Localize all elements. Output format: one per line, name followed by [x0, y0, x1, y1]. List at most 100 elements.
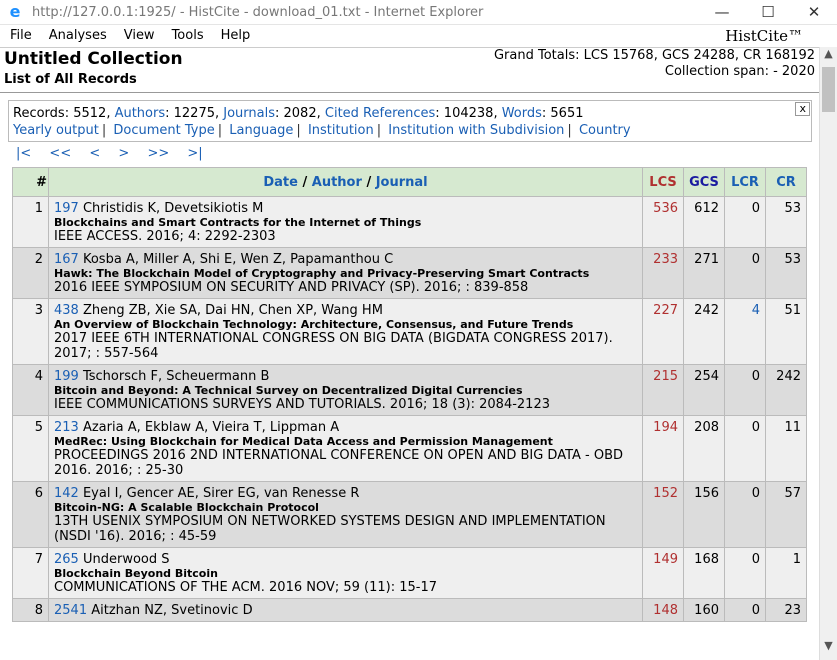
vertical-scrollbar[interactable]: ▲ ▼	[819, 47, 837, 660]
institution-subdivision-link[interactable]: Institution with Subdivision	[388, 123, 564, 138]
lcs-value[interactable]: 536	[642, 196, 684, 248]
menu-bar: File Analyses View Tools Help HistCite™	[0, 25, 837, 48]
record-id-link[interactable]: 199	[54, 369, 79, 384]
lcr-value: 0	[724, 415, 766, 482]
row-number: 2	[12, 247, 49, 299]
next-page-button[interactable]: >	[118, 146, 129, 161]
table-row: 5 213 Azaria A, Ekblaw A, Vieira T, Lippm…	[12, 415, 807, 482]
lcs-value[interactable]: 215	[642, 364, 684, 416]
pager: |< << < > >> >|	[16, 146, 217, 161]
sort-author-link[interactable]: Author	[312, 175, 362, 190]
collection-subtitle: List of All Records	[4, 72, 137, 87]
maximize-button[interactable]: ☐	[745, 1, 791, 23]
menu-analyses[interactable]: Analyses	[39, 25, 114, 47]
row-number: 4	[12, 364, 49, 416]
country-link[interactable]: Country	[579, 123, 631, 138]
record-cell: 438 Zheng ZB, Xie SA, Dai HN, Chen XP, W…	[48, 298, 643, 365]
record-id-link[interactable]: 265	[54, 552, 79, 567]
record-cell: 199 Tschorsch F, Scheuermann B Bitcoin an…	[48, 364, 643, 416]
record-title: Bitcoin and Beyond: A Technical Survey o…	[54, 384, 523, 397]
sort-journal-link[interactable]: Journal	[376, 175, 428, 190]
row-number: 1	[12, 196, 49, 248]
record-id-link[interactable]: 2541	[54, 603, 87, 618]
document-type-link[interactable]: Document Type	[113, 123, 214, 138]
collection-header: Untitled Collection List of All Records …	[0, 47, 820, 93]
gcs-value: 208	[683, 415, 725, 482]
row-number: 5	[12, 415, 49, 482]
menu-view[interactable]: View	[114, 25, 162, 47]
first-page-button[interactable]: |<	[16, 146, 31, 161]
record-authors: Christidis K, Devetsikiotis M	[82, 201, 264, 216]
col-num: #	[12, 167, 49, 197]
lcs-value[interactable]: 194	[642, 415, 684, 482]
words-count: 5651	[550, 106, 584, 121]
record-id-link[interactable]: 213	[54, 420, 79, 435]
gcs-value: 612	[683, 196, 725, 248]
lcs-value[interactable]: 227	[642, 298, 684, 365]
scroll-thumb[interactable]	[822, 67, 835, 112]
gcs-value: 160	[683, 598, 725, 622]
last-page-button[interactable]: >|	[187, 146, 202, 161]
authors-count: 12275	[173, 106, 215, 121]
record-id-link[interactable]: 438	[54, 303, 79, 318]
authors-link[interactable]: Authors	[115, 106, 166, 121]
institution-link[interactable]: Institution	[308, 123, 374, 138]
minimize-button[interactable]: —	[699, 1, 745, 23]
collection-span: Collection span: - 2020	[664, 64, 815, 79]
title-bar: e http://127.0.0.1:1925/ - HistCite - do…	[0, 0, 837, 25]
cited-references-link[interactable]: Cited References	[325, 106, 435, 121]
record-authors: Azaria A, Ekblaw A, Vieira T, Lippman A	[82, 420, 340, 435]
cr-value: 51	[765, 298, 807, 365]
yearly-output-link[interactable]: Yearly output	[13, 123, 99, 138]
lcr-value: 0	[724, 598, 766, 622]
record-journal: 13TH USENIX SYMPOSIUM ON NETWORKED SYSTE…	[54, 514, 606, 544]
lcr-value: 0	[724, 547, 766, 599]
table-row: 1 197 Christidis K, Devetsikiotis M Blockc…	[12, 196, 807, 248]
lcr-value[interactable]: 4	[724, 298, 766, 365]
record-journal: IEEE COMMUNICATIONS SURVEYS AND TUTORIAL…	[54, 397, 550, 412]
scroll-down-arrow-icon[interactable]: ▼	[820, 639, 837, 652]
cr-value: 57	[765, 481, 807, 548]
lcs-value[interactable]: 233	[642, 247, 684, 299]
row-number: 7	[12, 547, 49, 599]
record-id-link[interactable]: 142	[54, 486, 79, 501]
menu-tools[interactable]: Tools	[162, 25, 211, 47]
row-number: 8	[12, 598, 49, 622]
record-id-link[interactable]: 167	[54, 252, 79, 267]
gcs-value: 271	[683, 247, 725, 299]
table-row: 2 167 Kosba A, Miller A, Shi E, Wen Z, Pa…	[12, 247, 807, 299]
lcr-value: 0	[724, 364, 766, 416]
cr-value: 23	[765, 598, 807, 622]
analysis-links: Yearly output | Document Type | Language | …	[13, 123, 631, 138]
record-title: Blockchain Beyond Bitcoin	[54, 567, 218, 580]
gcs-value: 242	[683, 298, 725, 365]
menu-file[interactable]: File	[0, 25, 39, 47]
prev-block-button[interactable]: <<	[49, 146, 71, 161]
lcr-value: 0	[724, 196, 766, 248]
prev-page-button[interactable]: <	[89, 146, 100, 161]
sort-lcr-link[interactable]: LCR	[724, 167, 766, 197]
sort-lcs-link[interactable]: LCS	[642, 167, 684, 197]
record-id-link[interactable]: 197	[54, 201, 79, 216]
page-content: Untitled Collection List of All Records …	[0, 47, 820, 660]
gcs-value: 254	[683, 364, 725, 416]
sort-gcs-link[interactable]: GCS	[683, 167, 725, 197]
language-link[interactable]: Language	[229, 123, 293, 138]
lcs-value[interactable]: 152	[642, 481, 684, 548]
next-block-button[interactable]: >>	[147, 146, 169, 161]
window-title: http://127.0.0.1:1925/ - HistCite - down…	[32, 4, 484, 20]
menu-help[interactable]: Help	[211, 25, 258, 47]
words-link[interactable]: Words	[502, 106, 542, 121]
ie-logo-icon: e	[9, 2, 21, 21]
lcs-value[interactable]: 149	[642, 547, 684, 599]
scroll-up-arrow-icon[interactable]: ▲	[820, 47, 837, 60]
journals-link[interactable]: Journals	[223, 106, 275, 121]
sort-cr-link[interactable]: CR	[765, 167, 807, 197]
summary-counts: Records: 5512, Authors: 12275, Journals:…	[13, 106, 584, 121]
cited-count: 104238	[443, 106, 494, 121]
lcs-value[interactable]: 148	[642, 598, 684, 622]
record-journal: COMMUNICATIONS OF THE ACM. 2016 NOV; 59 …	[54, 580, 438, 595]
close-summary-button[interactable]: x	[795, 102, 810, 116]
close-button[interactable]: ✕	[791, 1, 837, 23]
sort-date-link[interactable]: Date	[263, 175, 298, 190]
